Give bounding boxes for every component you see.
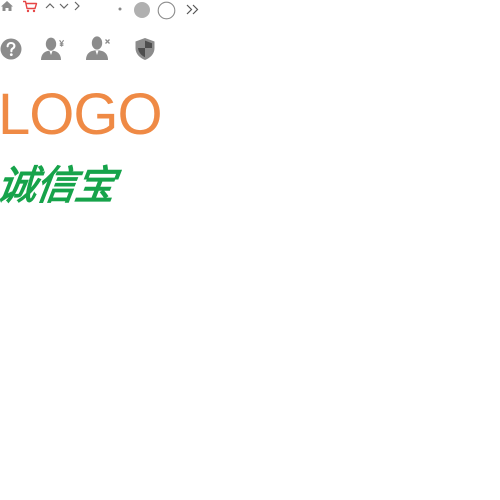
filled-circle-icon[interactable] xyxy=(133,1,151,19)
user-yen-icon[interactable] xyxy=(40,36,68,60)
user-remove-icon[interactable] xyxy=(85,35,113,60)
chevron-up-icon[interactable] xyxy=(45,2,55,10)
dot-icon xyxy=(118,7,122,11)
chevron-right-icon[interactable] xyxy=(73,1,81,11)
brand-text: 诚信宝 xyxy=(0,163,118,209)
home-icon[interactable] xyxy=(0,0,14,12)
empty-circle-icon[interactable] xyxy=(157,1,176,20)
double-chevron-right-icon[interactable] xyxy=(186,4,200,15)
chevron-down-icon[interactable] xyxy=(59,2,69,10)
cart-icon[interactable] xyxy=(22,0,38,13)
shield-icon[interactable] xyxy=(134,37,156,61)
logo-text: LOGO xyxy=(0,82,163,147)
help-icon[interactable] xyxy=(0,38,22,60)
